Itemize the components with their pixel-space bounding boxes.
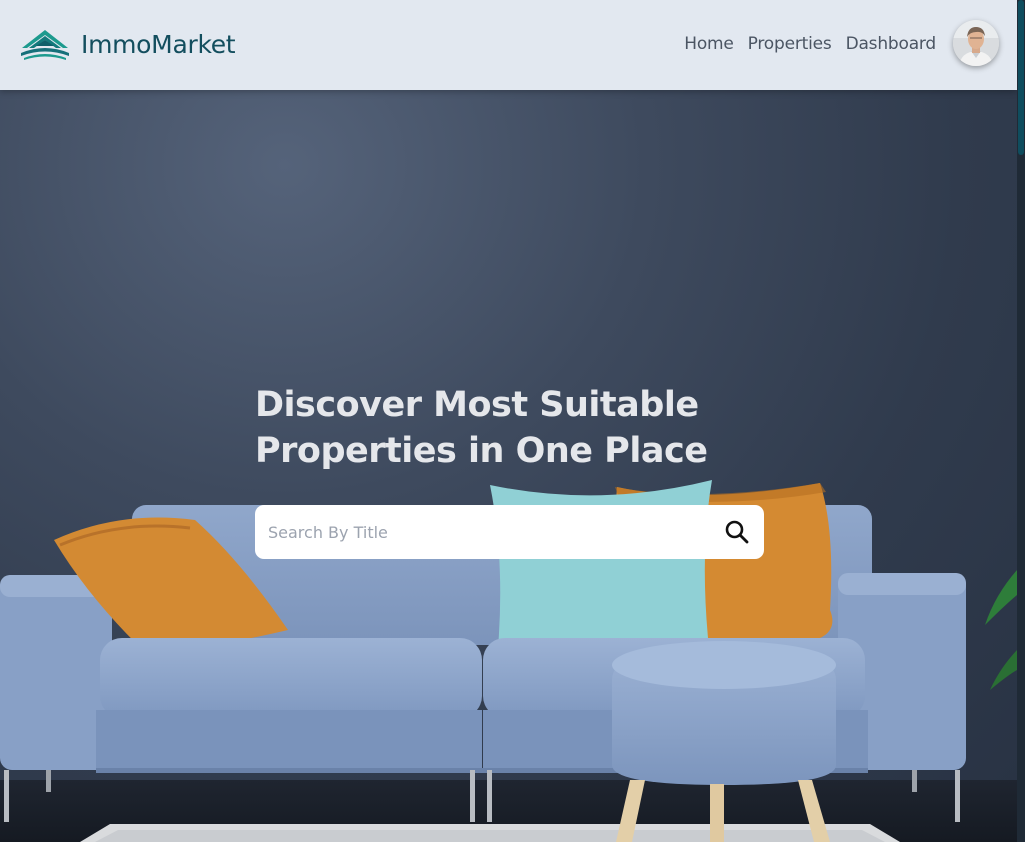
hero-title: Discover Most Suitable Properties in One… bbox=[255, 382, 775, 474]
top-navbar: ImmoMarket Home Properties Dashboard bbox=[0, 0, 1017, 90]
hero-title-line-1: Discover Most Suitable bbox=[255, 385, 699, 425]
search-bar bbox=[255, 505, 764, 559]
nav-link-home[interactable]: Home bbox=[684, 34, 734, 54]
brand-name: ImmoMarket bbox=[81, 29, 236, 59]
hero-title-line-2: Properties in One Place bbox=[255, 431, 708, 471]
search-input[interactable] bbox=[255, 507, 695, 557]
nav-link-dashboard[interactable]: Dashboard bbox=[846, 34, 937, 54]
nav-links: Home Properties Dashboard bbox=[684, 34, 936, 54]
nav-link-properties[interactable]: Properties bbox=[748, 34, 832, 54]
brand-link[interactable]: ImmoMarket bbox=[20, 26, 236, 62]
hero-section: Discover Most Suitable Properties in One… bbox=[0, 90, 1017, 842]
search-icon bbox=[725, 520, 749, 544]
scrollbar-thumb[interactable] bbox=[1018, 0, 1024, 155]
search-button[interactable] bbox=[724, 519, 750, 545]
user-avatar[interactable] bbox=[953, 20, 999, 66]
avatar-portrait-icon bbox=[953, 20, 999, 66]
house-roof-logo-icon bbox=[21, 30, 69, 60]
